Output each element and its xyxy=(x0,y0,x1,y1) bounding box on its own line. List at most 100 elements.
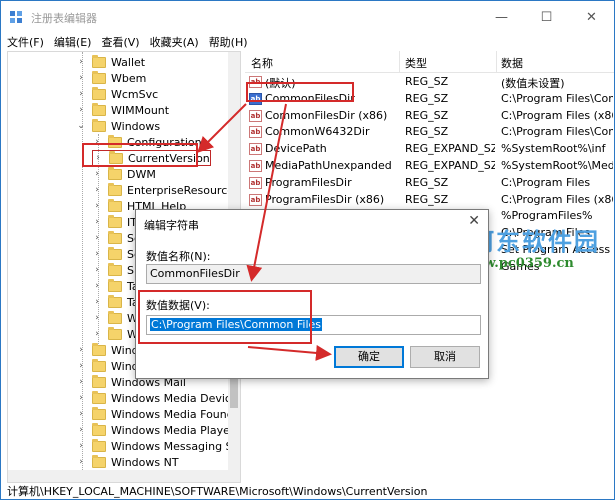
chevron-right-icon[interactable]: › xyxy=(76,441,86,451)
folder-icon xyxy=(92,390,106,404)
tree-item[interactable]: › WcmSvc xyxy=(76,86,158,102)
chevron-right-icon[interactable]: › xyxy=(76,361,86,371)
tree-item-label: Wallet xyxy=(111,55,146,69)
value-type: REG_SZ xyxy=(405,175,449,189)
chevron-right-icon[interactable]: › xyxy=(92,217,102,227)
folder-icon xyxy=(108,294,122,308)
tree-item-label: Windows xyxy=(111,119,161,133)
chevron-right-icon[interactable]: › xyxy=(92,297,102,307)
value-name: MediaPathUnexpanded xyxy=(265,159,392,172)
tree-scroll-thumb[interactable] xyxy=(230,378,238,408)
tree-item[interactable]: › Windows Messaging Subs xyxy=(76,438,241,454)
value-row[interactable]: ab CommonW6432Dir REG_SZ C:\Program Files\C… xyxy=(245,124,614,140)
folder-icon xyxy=(92,342,106,356)
tree-item[interactable]: › Wbem xyxy=(76,70,146,86)
value-data: (数值未设置) xyxy=(501,77,565,90)
tree-item[interactable]: › Wallet xyxy=(76,54,145,70)
chevron-right-icon[interactable]: › xyxy=(76,73,86,83)
tree-item-label: Windows Media Device M xyxy=(111,391,241,405)
chevron-right-icon[interactable]: › xyxy=(92,201,102,211)
tree-horizontal-scrollbar[interactable] xyxy=(8,470,240,482)
tree-item-label: Wbem xyxy=(111,71,147,85)
chevron-right-icon[interactable]: › xyxy=(92,313,102,323)
value-type: REG_SZ xyxy=(405,192,449,206)
string-value-icon: ab xyxy=(249,126,262,139)
value-row[interactable]: ab DevicePath REG_EXPAND_SZ %SystemRoot%\in… xyxy=(245,141,614,157)
folder-icon xyxy=(108,326,122,340)
value-data: C:\Program Files (x86)\ xyxy=(501,108,613,122)
value-data: C:\Program Files\Comm xyxy=(501,91,613,105)
chevron-right-icon[interactable]: › xyxy=(76,393,86,403)
column-separator[interactable] xyxy=(399,51,400,73)
tree-item[interactable]: › Windows NT xyxy=(76,454,179,470)
column-data-header[interactable]: 数据 xyxy=(501,55,523,71)
menu-view[interactable]: 查看(V) xyxy=(101,34,139,50)
tree-item-label: Windows Messaging Subs xyxy=(111,439,241,453)
value-data: C:\Program Files xyxy=(501,175,591,189)
column-type-header[interactable]: 类型 xyxy=(405,55,427,71)
value-row[interactable]: ab ProgramFilesDir REG_SZ C:\Program Files xyxy=(245,175,614,191)
tree-item[interactable]: › Windows Media Foundatic xyxy=(76,406,241,422)
chevron-right-icon[interactable]: › xyxy=(92,265,102,275)
chevron-right-icon[interactable]: › xyxy=(92,329,102,339)
string-value-icon: ab xyxy=(249,160,262,172)
folder-icon xyxy=(108,246,122,260)
menu-help[interactable]: 帮助(H) xyxy=(209,34,248,50)
value-row[interactable]: ab ProgramFilesDir (x86) REG_SZ C:\Program … xyxy=(245,192,614,208)
cancel-button[interactable]: 取消 xyxy=(410,346,480,368)
tree-item-label: WIMMount xyxy=(111,103,170,117)
chevron-right-icon[interactable]: › xyxy=(92,169,102,179)
value-type: REG_SZ xyxy=(405,108,449,122)
tree-item[interactable]: › DWM xyxy=(92,166,156,182)
chevron-right-icon[interactable]: › xyxy=(76,457,86,467)
value-name: CommonW6432Dir xyxy=(265,125,370,139)
tree-item-label: Windows NT xyxy=(111,455,179,469)
folder-icon xyxy=(108,198,122,212)
value-name: DevicePath xyxy=(265,142,327,156)
chevron-right-icon[interactable]: › xyxy=(76,89,86,99)
value-data: %SystemRoot%\inf xyxy=(501,142,606,156)
menu-edit[interactable]: 编辑(E) xyxy=(54,34,92,50)
column-separator[interactable] xyxy=(496,51,497,73)
close-button[interactable]: ✕ xyxy=(569,1,614,33)
chevron-right-icon[interactable]: › xyxy=(76,57,86,67)
chevron-right-icon[interactable]: › xyxy=(92,249,102,259)
column-name-header[interactable]: 名称 xyxy=(251,55,273,71)
ok-button[interactable]: 确定 xyxy=(334,346,404,368)
folder-icon xyxy=(108,166,122,180)
chevron-right-icon[interactable]: › xyxy=(92,233,102,243)
chevron-right-icon[interactable]: › xyxy=(76,345,86,355)
tree-item[interactable]: › EnterpriseResourceMa xyxy=(92,182,240,198)
chevron-right-icon[interactable]: › xyxy=(76,377,86,387)
folder-icon xyxy=(108,214,122,228)
tree-item[interactable]: › WIMMount xyxy=(76,102,169,118)
menu-file[interactable]: 文件(F) xyxy=(7,34,44,50)
chevron-right-icon[interactable]: › xyxy=(76,425,86,435)
folder-icon xyxy=(92,406,106,420)
tree-item[interactable]: › Windows Media Player NS xyxy=(76,422,240,438)
minimize-button[interactable]: — xyxy=(479,1,524,33)
tree-item[interactable]: › Windows Media Device M xyxy=(76,390,241,406)
tree-item[interactable]: ⌄ Windows xyxy=(76,118,160,134)
folder-icon xyxy=(92,86,106,100)
menu-favorites[interactable]: 收藏夹(A) xyxy=(150,34,199,50)
value-type: REG_SZ xyxy=(405,91,449,105)
tree-item-label: Windows Media Foundatic xyxy=(111,407,241,421)
chevron-right-icon[interactable]: › xyxy=(76,409,86,419)
window-title: 注册表编辑器 xyxy=(31,12,97,25)
highlight-box-currentversion xyxy=(82,143,198,167)
value-name: CommonFilesDir (x86) xyxy=(265,108,388,122)
value-row[interactable]: ab MediaPathUnexpanded REG_EXPAND_SZ %Syste… xyxy=(245,158,614,174)
chevron-right-icon[interactable]: › xyxy=(92,185,102,195)
chevron-right-icon[interactable]: › xyxy=(76,105,86,115)
dialog-close-button[interactable]: ✕ xyxy=(468,213,480,229)
menu-bar: 文件(F) 编辑(E) 查看(V) 收藏夹(A) 帮助(H) xyxy=(1,33,614,51)
maximize-button[interactable]: ☐ xyxy=(524,1,569,33)
value-row[interactable]: ab CommonFilesDir (x86) REG_SZ C:\Program F… xyxy=(245,108,614,124)
highlight-box-value-data xyxy=(138,290,312,344)
folder-icon xyxy=(92,70,106,84)
chevron-down-icon[interactable]: ⌄ xyxy=(76,121,86,131)
chevron-right-icon[interactable]: › xyxy=(92,281,102,291)
folder-icon xyxy=(92,438,106,452)
value-name: ProgramFilesDir xyxy=(265,175,352,189)
